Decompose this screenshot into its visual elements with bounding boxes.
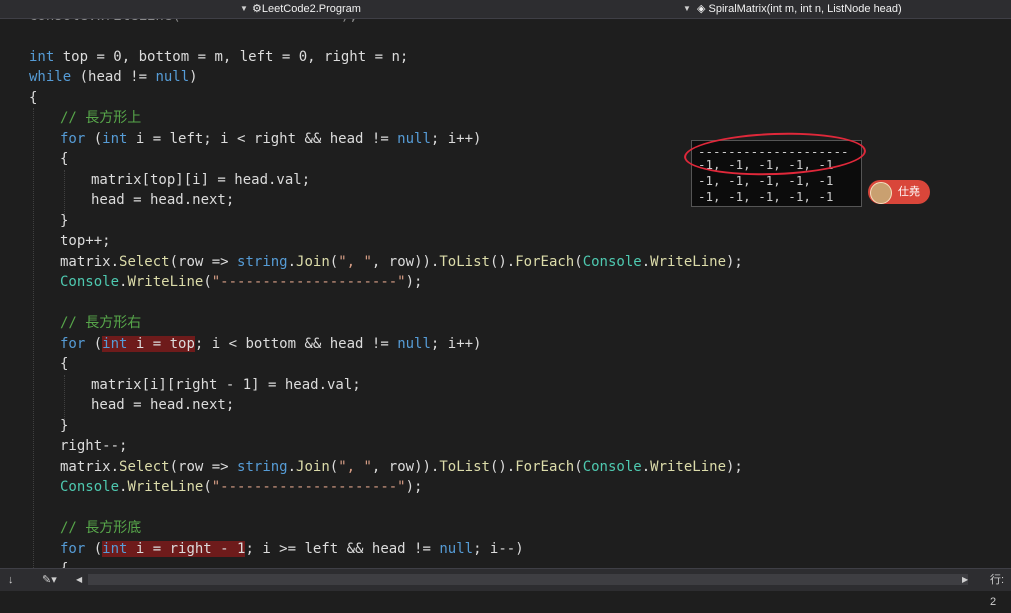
- scroll-right-icon[interactable]: ▶: [962, 569, 968, 591]
- code-line: {: [60, 151, 69, 167]
- code-line: matrix.Select(row => string.Join(", ", r…: [60, 459, 743, 475]
- member-dropdown[interactable]: ◈ SpiralMatrix(int m, int n, ListNode he…: [697, 0, 902, 18]
- avatar: [870, 182, 892, 204]
- code-comment: // 長方形右: [60, 315, 142, 331]
- code-line: matrix.Select(row => string.Join(", ", r…: [60, 254, 743, 270]
- scroll-left-icon[interactable]: ◀: [76, 569, 82, 591]
- chevron-down-icon[interactable]: ▼: [240, 0, 248, 18]
- code-line: {: [60, 356, 69, 372]
- class-dropdown[interactable]: ⚙LeetCode2.Program: [252, 0, 361, 18]
- navigation-bar: ▼ ⚙LeetCode2.Program ▼ ◈ SpiralMatrix(in…: [0, 0, 1011, 19]
- user-name: 仕堯: [898, 186, 920, 198]
- code-line: }: [60, 213, 69, 229]
- brush-icon[interactable]: ✎▾: [42, 569, 57, 591]
- code-line: Console.WriteLine("---------------------…: [60, 479, 423, 495]
- editor-statusbar: ↓ ✎▾ ◀ ▶ 行: 2: [0, 568, 1011, 608]
- indent-guide: [33, 108, 34, 568]
- code-line: Console.WriteLine("---------------------…: [60, 274, 423, 290]
- line-indicator: 行: 2: [990, 574, 1005, 608]
- code-editor[interactable]: Console.WriteLine( ); int top = 0, botto…: [0, 0, 1011, 568]
- code-line: {: [29, 90, 38, 106]
- code-line: }: [60, 418, 69, 434]
- console-row: -1, -1, -1, -1, -1: [698, 189, 834, 204]
- code-line: head = head.next;: [91, 397, 235, 413]
- horizontal-scrollbar[interactable]: [88, 574, 968, 585]
- code-line: head = head.next;: [91, 192, 235, 208]
- code-line: while (head != null): [29, 69, 198, 85]
- code-comment: // 長方形上: [60, 110, 142, 126]
- code-line: for (int i = right - 1; i >= left && hea…: [60, 541, 524, 557]
- code-line: top++;: [60, 233, 111, 249]
- code-line: {: [60, 559, 68, 568]
- code-line: int top = 0, bottom = m, left = 0, right…: [29, 49, 409, 65]
- code-comment: // 長方形底: [60, 520, 142, 536]
- arrow-down-icon[interactable]: ↓: [8, 569, 14, 591]
- user-badge[interactable]: 仕堯: [868, 180, 930, 204]
- code-line: for (int i = top; i < bottom && head != …: [60, 336, 482, 352]
- code-line: for (int i = left; i < right && head != …: [60, 131, 482, 147]
- code-line: matrix[i][right - 1] = head.val;: [91, 377, 361, 393]
- chevron-down-icon[interactable]: ▼: [683, 0, 691, 18]
- code-line: right--;: [60, 438, 128, 454]
- code-line: matrix[top][i] = head.val;: [91, 172, 311, 188]
